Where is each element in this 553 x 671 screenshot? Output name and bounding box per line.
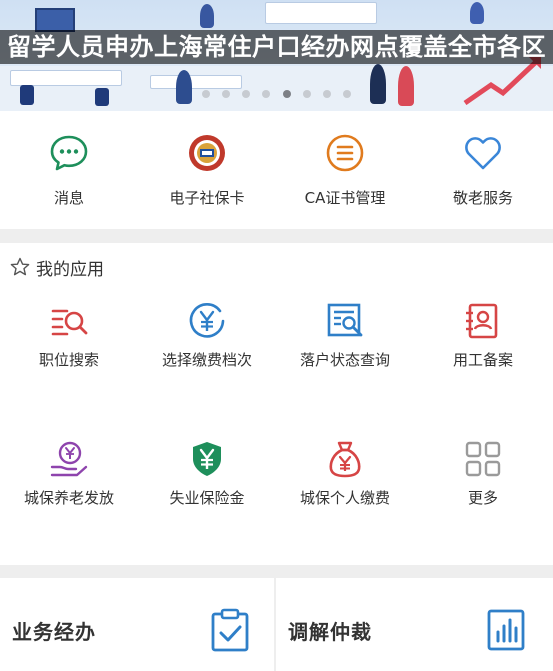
app-more[interactable]: 更多 <box>414 439 552 549</box>
banner-monitor <box>35 8 75 32</box>
carousel-dots <box>0 83 553 102</box>
document-search-icon <box>327 303 363 337</box>
carousel-dot[interactable] <box>242 90 251 98</box>
carousel-dot-active[interactable] <box>282 90 291 98</box>
app-label: 落户状态查询 <box>299 351 390 369</box>
app-label: 用工备案 <box>452 351 513 369</box>
heart-icon <box>465 137 501 170</box>
app-settlement-status-query[interactable]: 落户状态查询 <box>276 301 414 411</box>
banner-desk <box>265 2 377 24</box>
yen-circle-icon <box>189 303 225 338</box>
quick-action-label: 敬老服务 <box>452 189 513 207</box>
app-label: 更多 <box>467 489 498 507</box>
app-label: 城保养老发放 <box>23 489 114 507</box>
banner-carousel[interactable]: 留学人员申办上海常住户口经办网点覆盖全市各区 <box>0 0 553 111</box>
card-title: 调解仲裁 <box>288 620 372 644</box>
banner-person <box>470 2 484 24</box>
yen-hand-icon <box>50 441 88 477</box>
card-title: 业务经办 <box>12 620 96 644</box>
quick-action-messages[interactable]: 消息 <box>0 111 138 229</box>
app-unemployment-insurance[interactable]: 失业保险金 <box>138 439 276 549</box>
app-personal-contribution[interactable]: 城保个人缴费 <box>276 439 414 549</box>
app-employment-filing[interactable]: 用工备案 <box>414 301 552 411</box>
app-label: 选择缴费档次 <box>161 351 252 369</box>
app-label: 城保个人缴费 <box>299 489 390 507</box>
quick-action-label: 消息 <box>53 189 84 207</box>
money-bag-icon <box>329 441 361 478</box>
app-select-payment-level[interactable]: 选择缴费档次 <box>138 301 276 411</box>
my-apps-header: 我的应用 <box>10 255 104 280</box>
card-mediation-arbitration[interactable]: 调解仲裁 <box>276 578 553 671</box>
banner-person <box>200 4 214 28</box>
carousel-dot[interactable] <box>262 90 271 98</box>
carousel-dot[interactable] <box>202 90 211 98</box>
carousel-dot[interactable] <box>222 90 231 98</box>
quick-action-elderly-services[interactable]: 敬老服务 <box>414 111 552 229</box>
contract-icon <box>466 303 498 339</box>
banner-caption[interactable]: 留学人员申办上海常住户口经办网点覆盖全市各区 <box>0 30 553 64</box>
chat-bubble-icon <box>50 135 88 171</box>
my-apps-section: 我的应用 职位搜索 选择缴费档次 落户状态查询 用工备案 城保养老发放 失业保险… <box>0 243 553 565</box>
yen-shield-icon <box>193 442 221 476</box>
carousel-dot[interactable] <box>302 90 311 98</box>
star-icon <box>10 257 30 276</box>
app-label: 失业保险金 <box>169 489 245 507</box>
quick-action-label: CA证书管理 <box>304 189 386 207</box>
quick-action-social-security-card[interactable]: 电子社保卡 <box>138 111 276 229</box>
app-label: 职位搜索 <box>38 351 99 369</box>
list-circle-icon <box>326 134 364 172</box>
grid-more-icon <box>465 441 501 477</box>
app-job-search[interactable]: 职位搜索 <box>0 301 138 411</box>
app-pension-payment[interactable]: 城保养老发放 <box>0 439 138 549</box>
job-search-icon <box>51 309 88 336</box>
quick-action-label: 电子社保卡 <box>169 189 245 207</box>
card-business-handling[interactable]: 业务经办 <box>0 578 274 671</box>
bar-chart-icon <box>487 609 525 651</box>
clipboard-check-icon <box>211 608 249 652</box>
carousel-dot[interactable] <box>342 90 351 98</box>
carousel-dot[interactable] <box>322 90 331 98</box>
my-apps-title: 我的应用 <box>36 259 104 280</box>
quick-actions-bar: 消息 电子社保卡 CA证书管理 敬老服务 <box>0 111 553 229</box>
social-security-card-icon <box>189 135 225 171</box>
quick-action-ca-certificate[interactable]: CA证书管理 <box>276 111 414 229</box>
